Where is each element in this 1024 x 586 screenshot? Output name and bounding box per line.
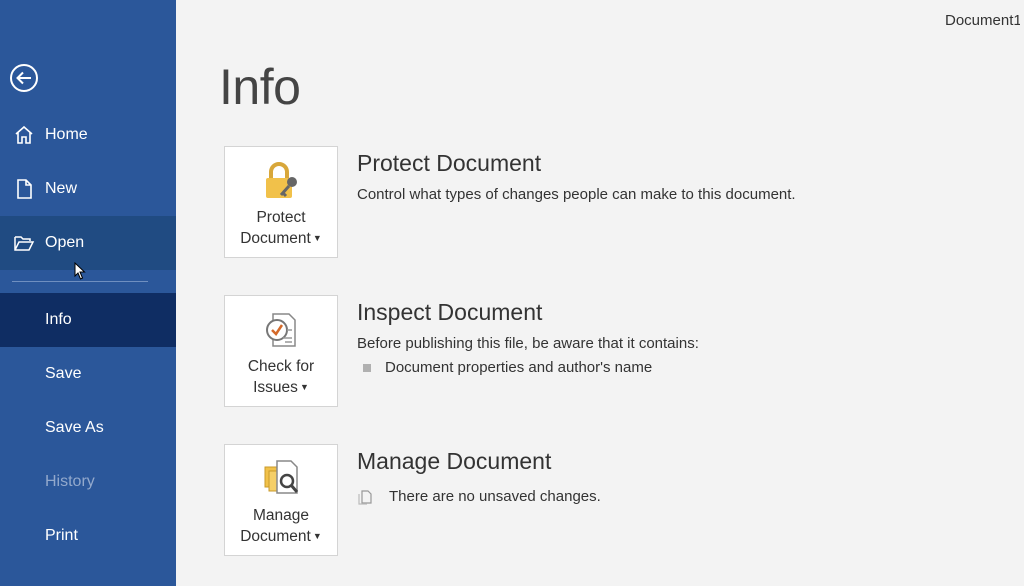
sidebar-item-home[interactable]: Home (0, 108, 176, 162)
sidebar-item-info[interactable]: Info (0, 293, 176, 347)
new-document-icon (12, 177, 36, 201)
sidebar-item-label: Print (45, 527, 78, 544)
section-heading: Protect Document (357, 150, 542, 176)
info-pane: Document1 Info Protect Document ▼ Protect… (176, 0, 1024, 586)
dropdown-caret-icon: ▼ (312, 531, 322, 541)
bullet-text: Document properties and author's name (385, 359, 653, 376)
tile-label-line1: Manage (252, 507, 309, 524)
backstage-sidebar: Home New Open Info Save Save As History … (0, 0, 176, 586)
document-title: Document1 (945, 12, 1020, 29)
sidebar-item-open[interactable]: Open (0, 216, 176, 270)
sidebar-item-label: Home (45, 126, 88, 143)
sidebar-item-label: Save (45, 365, 82, 382)
protect-document-button[interactable]: Protect Document ▼ (224, 146, 338, 258)
sidebar-item-new[interactable]: New (0, 162, 176, 216)
sidebar-item-history: History (0, 455, 176, 509)
dropdown-caret-icon: ▼ (312, 233, 322, 243)
status-text: There are no unsaved changes. (389, 488, 601, 505)
mouse-cursor-icon (74, 262, 86, 280)
section-heading: Manage Document (357, 448, 552, 474)
tile-label-line1: Check for (247, 358, 315, 375)
inspect-checklist-icon (257, 306, 305, 354)
tile-label-line1: Protect (256, 209, 306, 226)
manage-document-button[interactable]: Manage Document ▼ (224, 444, 338, 556)
section-description: Control what types of changes people can… (357, 186, 796, 203)
tile-label-line2: Document (240, 528, 311, 545)
tile-label-line2: Issues (253, 379, 298, 396)
folder-open-icon (12, 231, 36, 255)
manage-document-section: Manage Document ▼ Manage Document There a… (224, 444, 984, 558)
sidebar-item-save-as[interactable]: Save As (0, 401, 176, 455)
sidebar-divider (12, 281, 148, 282)
section-heading: Inspect Document (357, 299, 543, 325)
page-title: Info (219, 59, 301, 115)
protect-document-section: Protect Document ▼ Protect Document Contr… (224, 146, 984, 260)
sidebar-item-label: Save As (45, 419, 104, 436)
tile-label-line2: Document (240, 230, 311, 247)
check-for-issues-button[interactable]: Check for Issues ▼ (224, 295, 338, 407)
document-copy-icon (358, 489, 372, 505)
sidebar-item-print[interactable]: Print (0, 509, 176, 563)
home-icon (12, 123, 36, 147)
dropdown-caret-icon: ▼ (299, 382, 309, 392)
back-button[interactable] (8, 62, 40, 94)
list-item: Document properties and author's name (357, 359, 652, 376)
lock-key-icon (257, 157, 305, 205)
sidebar-item-save[interactable]: Save (0, 347, 176, 401)
inspect-document-section: Check for Issues ▼ Inspect Document Befor… (224, 295, 984, 409)
status-line: There are no unsaved changes. (357, 488, 601, 505)
bullet-square-icon (363, 363, 371, 372)
back-arrow-icon (10, 64, 38, 92)
sidebar-item-label: New (45, 180, 78, 197)
sidebar-item-label: History (45, 473, 95, 490)
sidebar-item-label: Info (45, 311, 72, 328)
manage-document-icon (257, 455, 305, 503)
section-description: Before publishing this file, be aware th… (357, 335, 699, 352)
sidebar-item-label: Open (45, 234, 85, 251)
